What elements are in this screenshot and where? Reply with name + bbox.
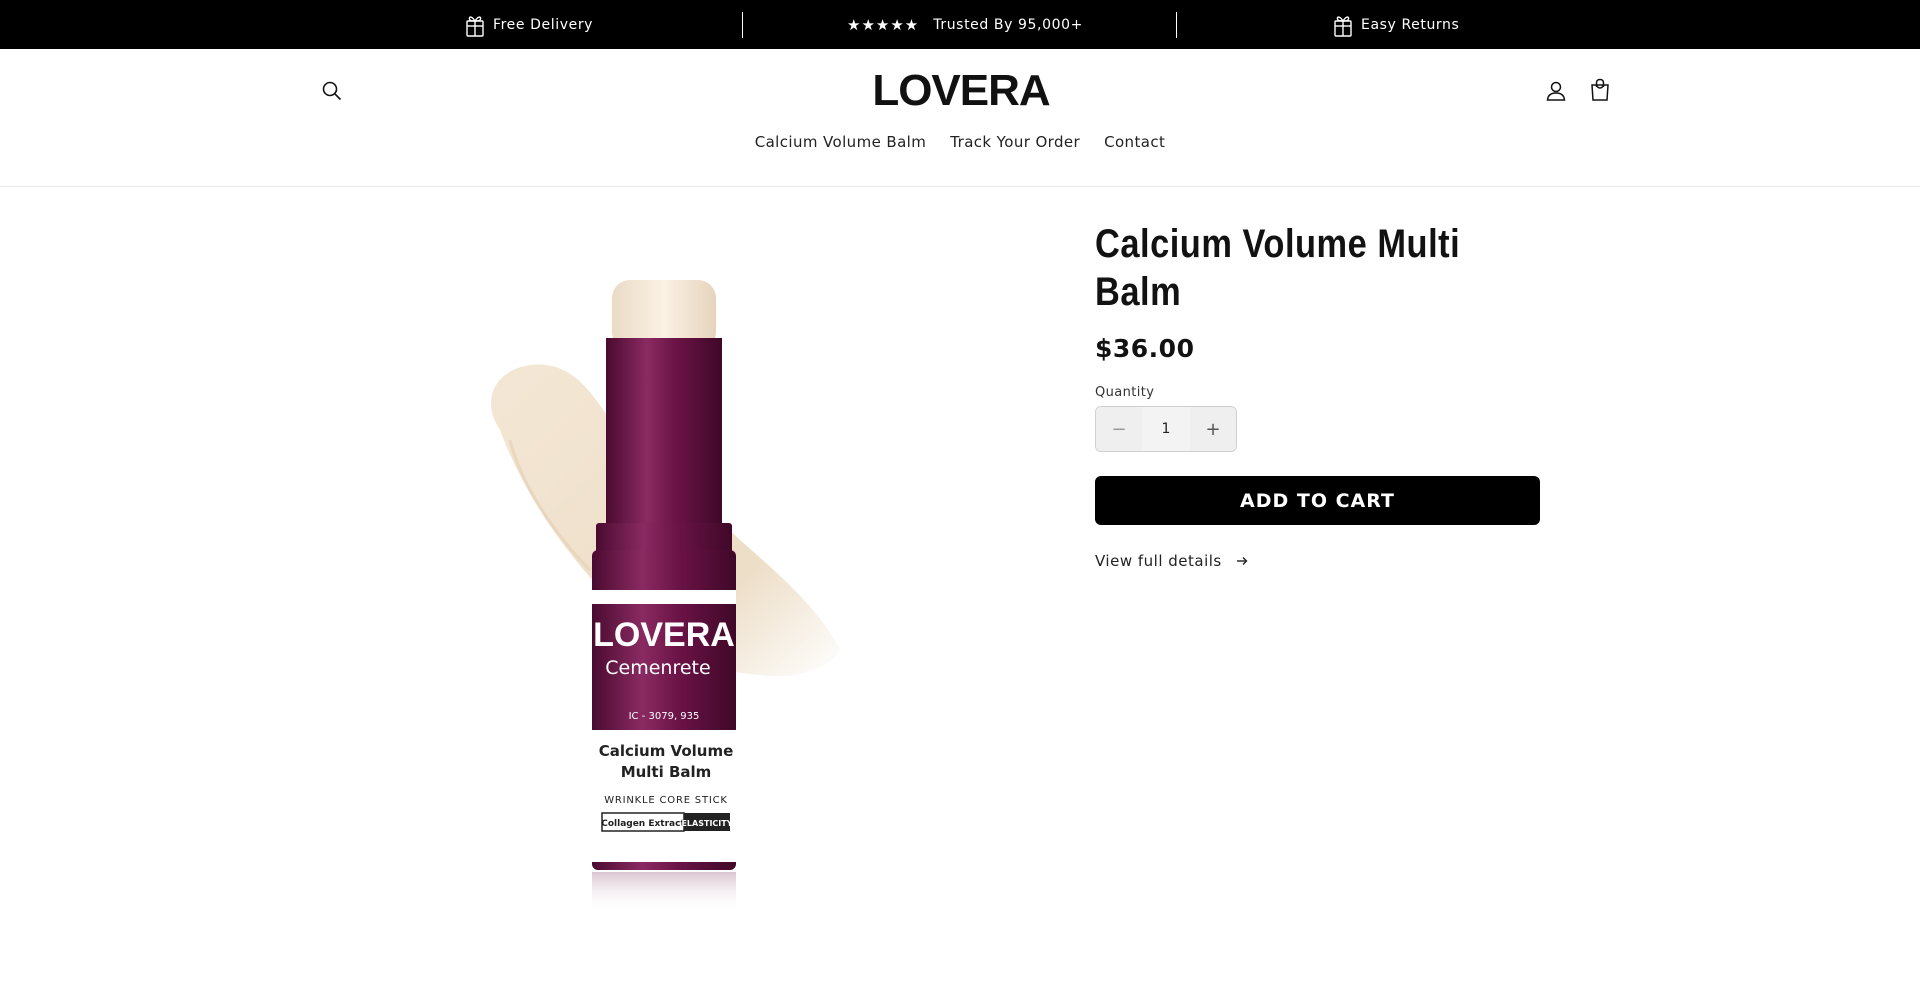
site-header: LOVERA Calcium Volume Balm Track Your Or…: [0, 49, 1920, 187]
announcement-label: Trusted By 95,000+: [933, 16, 1083, 33]
arrow-right-icon: [1236, 556, 1248, 566]
tube-brand: LOVERA: [593, 616, 735, 654]
divider: [1176, 12, 1177, 38]
gift-box-icon: [465, 12, 485, 38]
view-full-details-label: View full details: [1095, 552, 1222, 570]
add-to-cart-button[interactable]: ADD TO CART: [1095, 476, 1540, 525]
announcement-trusted: ★★★★★ Trusted By 95,000+: [847, 0, 1083, 49]
tube-name-line2: Multi Balm: [621, 763, 712, 781]
nav-item-contact[interactable]: Contact: [1104, 133, 1165, 151]
search-icon[interactable]: [316, 75, 348, 107]
cart-bag-icon[interactable]: [1584, 74, 1616, 106]
nav-item-track-order[interactable]: Track Your Order: [950, 133, 1080, 151]
product-image[interactable]: LOVERA Cemenrete IC - 3079, 935 Calcium …: [440, 250, 920, 930]
quantity-decrease-button[interactable]: −: [1096, 407, 1142, 451]
divider: [742, 12, 743, 38]
five-stars-icon: ★★★★★: [847, 15, 920, 34]
tube-tagline: WRINKLE CORE STICK: [604, 795, 728, 806]
main-nav: Calcium Volume Balm Track Your Order Con…: [0, 133, 1920, 151]
tube-name-line1: Calcium Volume: [599, 742, 734, 760]
product-price: $36.00: [1095, 334, 1195, 363]
gift-box-icon: [1333, 12, 1353, 38]
quantity-input[interactable]: 1: [1142, 407, 1190, 451]
tube-tag-left: Collagen Extract: [601, 819, 685, 829]
tube-code: IC - 3079, 935: [629, 711, 700, 722]
product-info: Calcium Volume Multi Balm $36.00 Quantit…: [1095, 220, 1540, 570]
tube-tag-right: ELASTICITY: [681, 819, 732, 828]
quantity-stepper: − 1 +: [1095, 406, 1237, 452]
announcement-label: Free Delivery: [493, 16, 594, 33]
announcement-label: Easy Returns: [1361, 16, 1460, 33]
announcement-free-delivery: Free Delivery: [465, 0, 593, 49]
tube-sub-brand: Cemenrete: [605, 657, 710, 679]
brand-logo[interactable]: LOVERA: [870, 65, 1052, 117]
account-icon[interactable]: [1540, 75, 1572, 107]
view-full-details-link[interactable]: View full details: [1095, 552, 1540, 570]
quantity-increase-button[interactable]: +: [1190, 407, 1236, 451]
quantity-label: Quantity: [1095, 385, 1155, 400]
announcement-easy-returns: Easy Returns: [1333, 0, 1459, 49]
announcement-bar: Free Delivery ★★★★★ Trusted By 95,000+ E…: [0, 0, 1920, 49]
product-title: Calcium Volume Multi Balm: [1095, 222, 1461, 314]
nav-item-calcium-volume-balm[interactable]: Calcium Volume Balm: [755, 133, 927, 151]
